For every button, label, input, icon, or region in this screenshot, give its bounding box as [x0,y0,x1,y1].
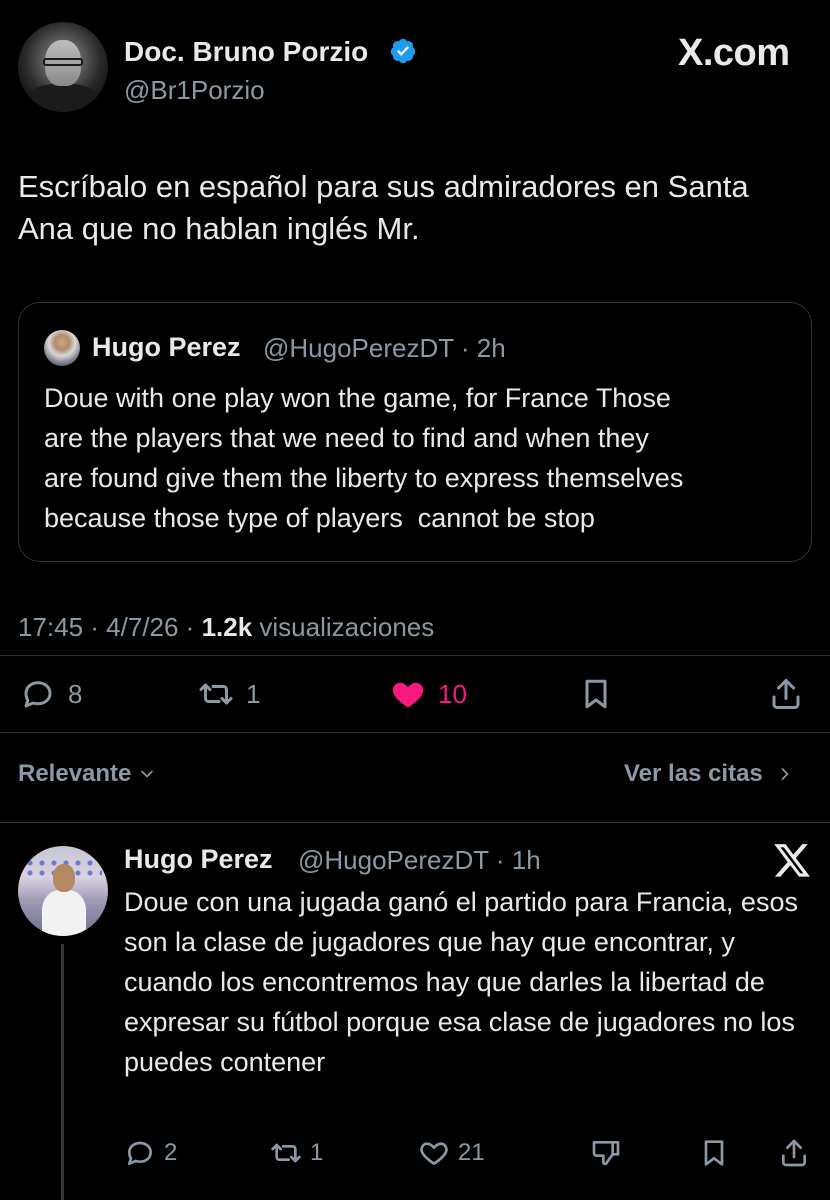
x-logo-icon [774,844,810,877]
reply-icon [24,681,52,708]
views-count: 1.2k [201,612,253,642]
thumbs-down-icon [592,1141,620,1166]
reply-reply-count: 2 [164,1139,178,1166]
quoted-author-avatar [44,330,80,366]
bookmark-icon [585,679,607,709]
repost-count: 1 [246,678,261,709]
heart-filled-icon [392,682,424,708]
reply-author-name[interactable]: Hugo Perez [124,844,273,875]
site-logo: X.com [678,32,790,74]
reply-repost-count: 1 [310,1139,324,1166]
reply-repost-button[interactable]: 1 [270,1135,323,1171]
reply-text: Doue con una jugada ganó el partido para… [124,887,798,1077]
repost-button[interactable]: 1 [198,674,260,714]
views-label: visualizaciones [252,612,435,642]
tweet-timestamp-views: 17:45 · 4/7/26 · 1.2k visualizaciones [18,612,434,643]
reply-like-count: 21 [458,1139,485,1166]
repost-icon [271,1143,301,1163]
bookmark-icon [704,1140,724,1166]
heart-icon [420,1142,448,1165]
reply-like-button[interactable]: 21 [418,1135,485,1171]
view-quotes-link[interactable]: Ver las citas [624,760,795,788]
like-count: 10 [438,678,467,709]
reply-reply-button[interactable]: 2 [124,1135,177,1171]
view-quotes-label: Ver las citas [624,760,763,787]
reply-bookmark-button[interactable] [698,1135,730,1171]
chevron-down-icon [141,770,154,778]
divider [0,822,830,823]
share-icon [782,1139,806,1167]
sort-relevance-button[interactable]: Relevante [18,760,157,788]
share-button[interactable] [768,674,804,714]
author-avatar[interactable] [18,22,108,112]
reply-downvote-button[interactable] [590,1135,622,1171]
thread-line [61,944,64,1200]
like-button[interactable]: 10 [390,674,467,714]
reply-share-button[interactable] [778,1135,810,1171]
reply-author-meta: @HugoPerezDT · 1h [298,845,541,875]
reply-author-avatar[interactable] [18,846,108,936]
author-handle[interactable]: @Br1Porzio [124,75,265,106]
author-display-name[interactable]: Doc. Bruno Porzio [124,36,368,68]
divider [0,655,830,656]
share-icon [772,679,800,709]
bookmark-button[interactable] [578,674,614,714]
verified-badge-icon [390,38,416,64]
chevron-right-icon [781,768,789,780]
tweet-timestamp[interactable]: 17:45 · 4/7/26 · [18,612,202,642]
reply-icon [128,1141,152,1165]
repost-icon [199,683,233,705]
quoted-author-meta: @HugoPerezDT · 2h [263,333,506,363]
quoted-tweet-text: Doue with one play won the game, for Fra… [44,383,684,533]
tweet-text: Escríbalo en español para sus admiradore… [18,169,749,246]
reply-count: 8 [68,678,83,709]
divider [0,732,830,733]
quoted-author-name: Hugo Perez [92,332,241,362]
reply-button[interactable]: 8 [20,674,82,714]
sort-label: Relevante [18,760,132,787]
